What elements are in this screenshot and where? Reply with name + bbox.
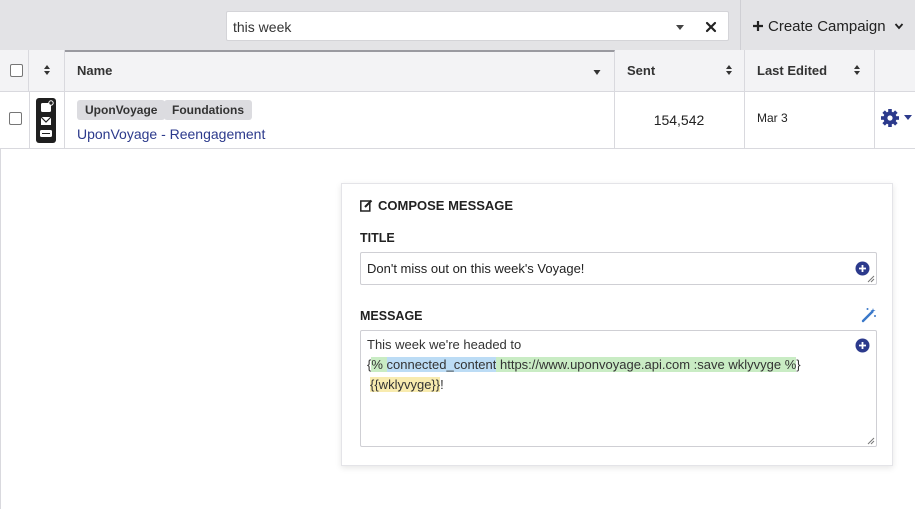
select-all-checkbox[interactable] (10, 64, 23, 77)
plus-circle-icon[interactable] (855, 261, 870, 276)
sort-desc-icon (593, 70, 601, 75)
resize-handle-icon[interactable] (867, 275, 875, 283)
table-row[interactable]: UponVoyage Foundations UponVoyage - Reen… (0, 92, 915, 149)
message-text: ! (440, 377, 444, 392)
last-edited-date: Mar 3 (757, 111, 788, 125)
title-field[interactable]: Don't miss out on this week's Voyage! (360, 252, 877, 285)
caret-down-icon[interactable] (673, 20, 687, 34)
cell-divider (874, 92, 875, 149)
gear-icon[interactable] (880, 108, 914, 128)
close-icon[interactable] (702, 18, 720, 36)
message-line: {{wklyvyge}}! (370, 377, 444, 392)
type-column-header[interactable] (29, 50, 65, 92)
cell-divider (29, 92, 30, 149)
sent-header-label: Sent (627, 63, 656, 78)
name-column-header[interactable]: Name (65, 50, 615, 92)
cell-divider (64, 92, 65, 149)
actions-column-header (875, 50, 915, 92)
chevron-down-icon (894, 23, 903, 30)
title-field-value: Don't miss out on this week's Voyage! (367, 261, 585, 276)
cell-divider (744, 92, 745, 149)
compose-heading-label: COMPOSE MESSAGE (378, 198, 514, 213)
message-field[interactable]: This week we're headed to {% connected_c… (360, 330, 877, 447)
toolbar-divider (740, 0, 741, 50)
message-label: MESSAGE (360, 309, 423, 323)
sort-icon (854, 65, 860, 75)
plus-circle-icon[interactable] (855, 338, 870, 353)
multichannel-icon (36, 98, 56, 143)
sent-column-header[interactable]: Sent (615, 50, 745, 92)
sent-count: 154,542 (653, 112, 705, 128)
liquid-brace: } (796, 357, 801, 372)
select-all-cell (0, 50, 29, 92)
sort-icon (44, 65, 50, 75)
message-line: This week we're headed to (367, 337, 521, 352)
search-box[interactable] (226, 11, 729, 41)
last-edited-header-label: Last Edited (757, 63, 828, 78)
table-header: Name Sent Last Edited (0, 50, 915, 92)
create-campaign-label: Create Campaign (768, 17, 886, 35)
create-campaign-button[interactable]: Create Campaign (752, 14, 904, 38)
message-text: This week we're headed to (367, 337, 522, 352)
tag-badge[interactable]: Foundations (164, 100, 252, 120)
magic-wand-icon[interactable] (861, 307, 877, 323)
resize-handle-icon[interactable] (867, 437, 875, 445)
last-edited-column-header[interactable]: Last Edited (745, 50, 875, 92)
edit-icon (360, 199, 373, 212)
row-checkbox[interactable] (9, 112, 22, 125)
liquid-keyword: connected_content (386, 357, 497, 372)
search-input[interactable] (233, 18, 653, 36)
sort-icon (726, 65, 732, 75)
liquid-variable: {{wklyvyge}} (370, 377, 441, 392)
list-border (0, 149, 1, 509)
compose-heading: COMPOSE MESSAGE (360, 198, 513, 213)
top-toolbar: Create Campaign (0, 0, 915, 50)
plus-icon (753, 21, 763, 31)
compose-message-panel: COMPOSE MESSAGE TITLE Don't miss out on … (341, 183, 893, 466)
tag-badge[interactable]: UponVoyage (77, 100, 166, 120)
liquid-tag: % (371, 357, 387, 372)
message-line: {% connected_content https://www.uponvoy… (367, 357, 801, 372)
liquid-tag: https://www.uponvoyage.api.com :save wkl… (496, 357, 797, 372)
name-header-label: Name (77, 63, 113, 78)
title-label: TITLE (360, 231, 395, 245)
campaign-name-link[interactable]: UponVoyage - Reengagement (77, 126, 265, 142)
